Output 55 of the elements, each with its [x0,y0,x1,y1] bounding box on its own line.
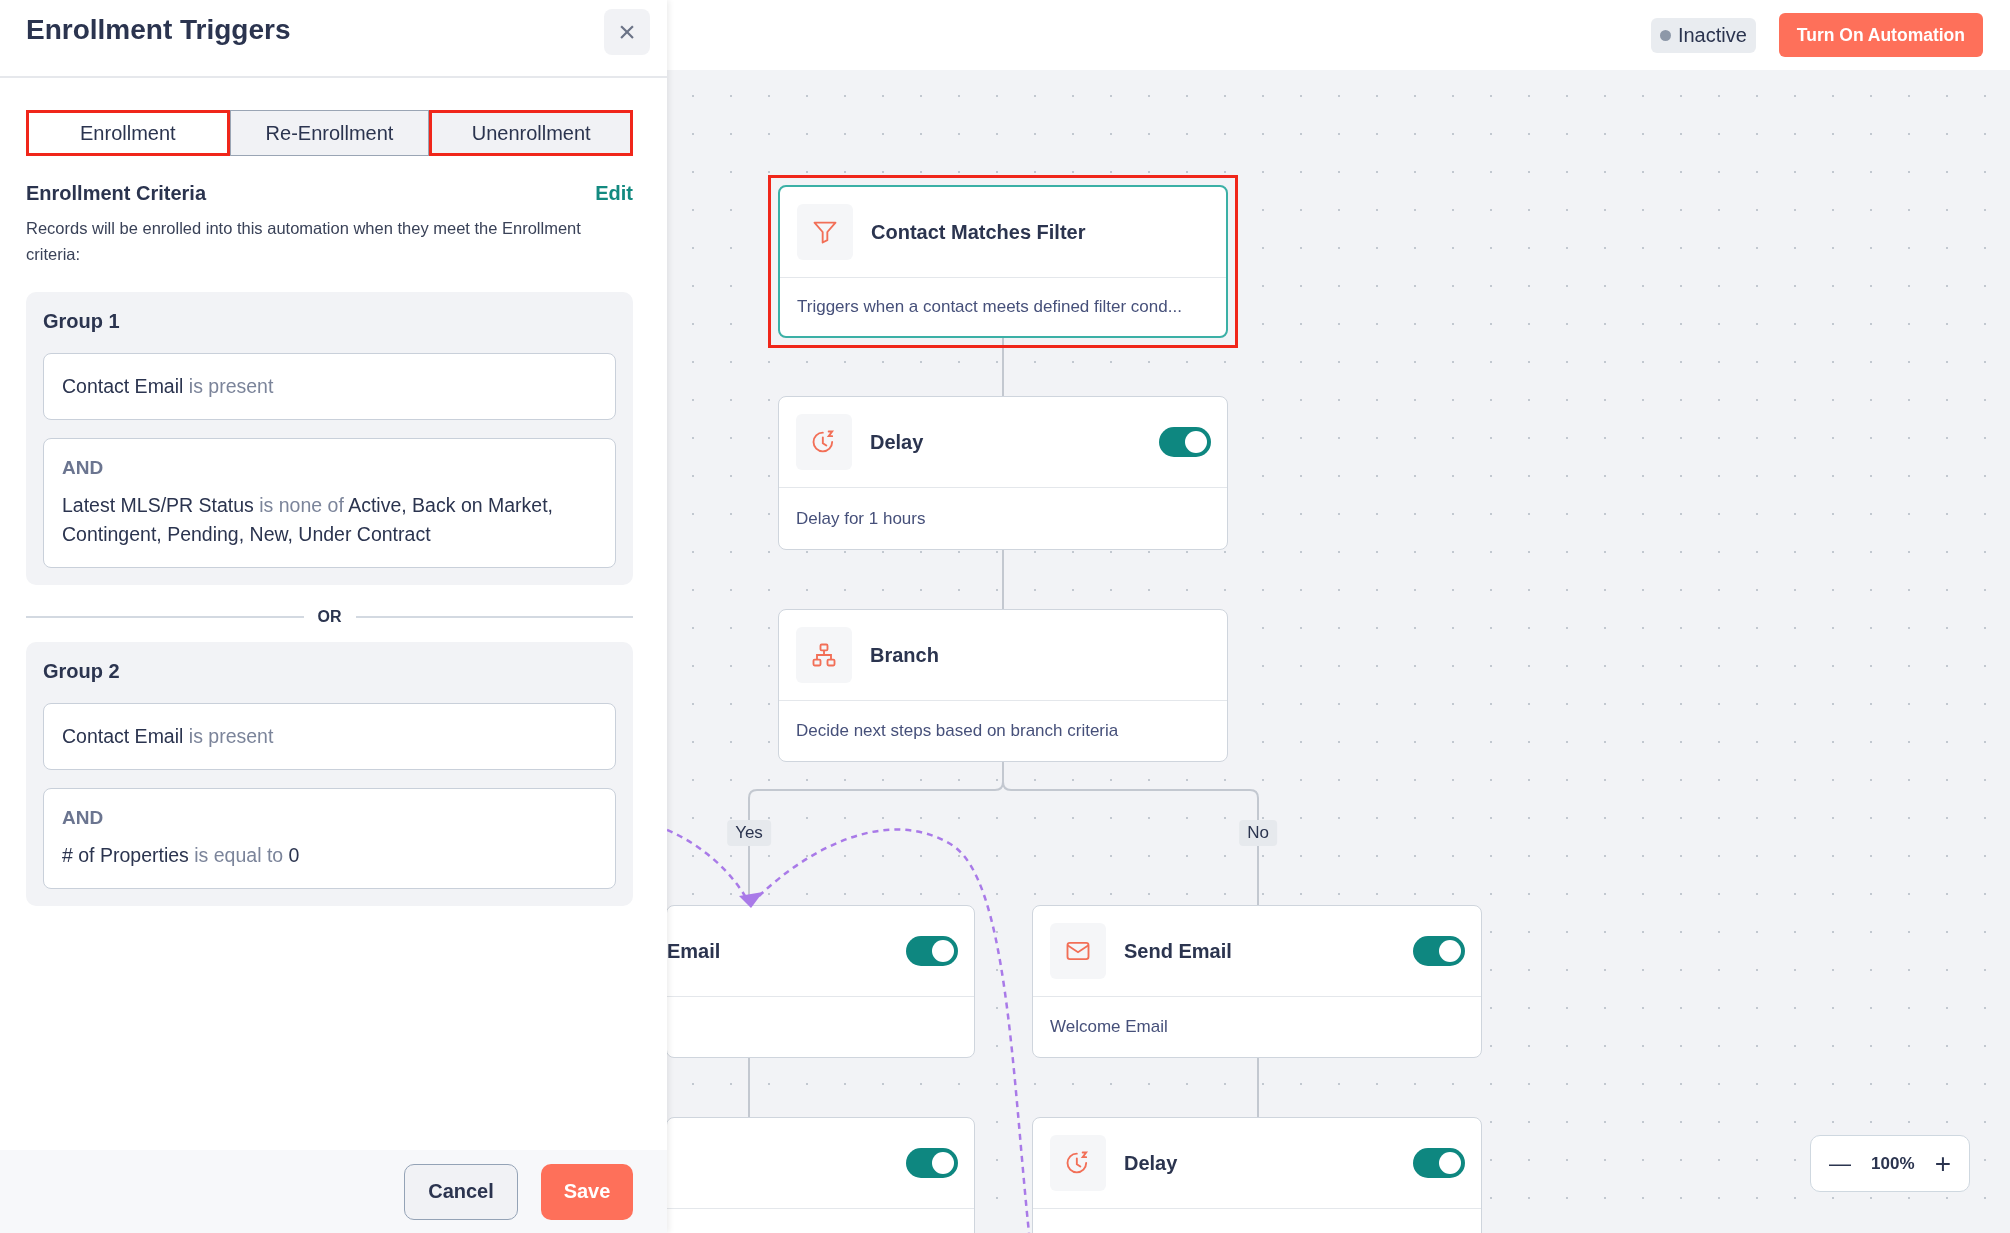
and-label: AND [62,457,105,479]
zoom-out-button[interactable]: — [1825,1150,1855,1177]
condition-text: # of Properties is equal to 0 [62,843,301,868]
condition-text: Contact Email is present [62,724,275,749]
branch-label: Yes [727,820,771,846]
node-title: Branch [870,643,940,667]
connector-line [1002,337,1004,397]
node-title: Delay [870,430,925,454]
connector-line [1257,1057,1259,1118]
or-separator: OR [317,608,342,626]
funnel-icon [797,204,853,260]
toggle-switch[interactable] [1413,1148,1465,1178]
clock-icon [1050,1135,1106,1191]
tab[interactable]: Re-Enrollment [229,110,430,156]
branch-label: No [1239,820,1277,846]
clock-icon [796,414,852,470]
workflow-node[interactable]: Send Email Welcome Email [1032,905,1482,1058]
workflow-node[interactable]: Delay [1032,1117,1482,1233]
group-title: Group 1 [43,310,121,333]
node-title: Email [667,939,722,963]
zoom-level: 100% [1871,1153,1915,1174]
node-description: Decide next steps based on branch criteria [796,721,1119,741]
workflow-node[interactable]: Contact Matches Filter Triggers when a contact meets defined filter cond... [778,185,1228,338]
tab[interactable]: Unenrollment [429,110,633,156]
node-description: Delay for 1 hours [796,508,926,529]
cancel-button[interactable]: Cancel [404,1163,518,1220]
node-title: Contact Matches Filter [871,220,1087,244]
tab[interactable]: Enrollment [26,110,230,156]
workflow-node[interactable]: Branch Decide next steps based on branch criteria [778,609,1228,762]
hierarchy-icon [796,627,852,683]
criteria-title: Enrollment Criteria [26,182,207,205]
connector-line [1002,549,1004,610]
condition-text: Latest MLS/PR Status is none of Active, Back on Market, Contingent, Pending, New, Under Contract [62,493,554,547]
node-description: Triggers when a contact meets defined filter cond... [797,297,1182,317]
group-title: Group 2 [43,660,121,683]
status-badge: Inactive [1650,17,1756,53]
toggle-switch[interactable] [906,1148,958,1178]
node-title: Send Email [1124,939,1233,963]
workflow-node[interactable]: Delay Delay for 1 hours [778,396,1228,550]
panel-title: Enrollment Triggers [26,14,291,46]
workflow-node[interactable]: Email [667,905,975,1058]
toggle-switch[interactable] [1413,936,1465,966]
and-label: AND [62,807,105,829]
workflow-node[interactable] [667,1117,975,1233]
zoom-in-button[interactable]: + [1930,1147,1955,1180]
node-title: Delay [1124,1151,1179,1175]
node-description: Welcome Email [1050,1017,1168,1037]
envelope-icon [1050,923,1106,979]
condition-text: Contact Email is present [62,374,275,399]
toggle-switch[interactable] [1159,427,1211,457]
connector-line [748,1057,750,1118]
criteria-description: Records will be enrolled into this automation when they meet the Enrollment criteria: [26,218,582,265]
close-button[interactable]: × [604,9,650,55]
toggle-switch[interactable] [906,936,958,966]
edit-link[interactable]: Edit [595,182,633,205]
